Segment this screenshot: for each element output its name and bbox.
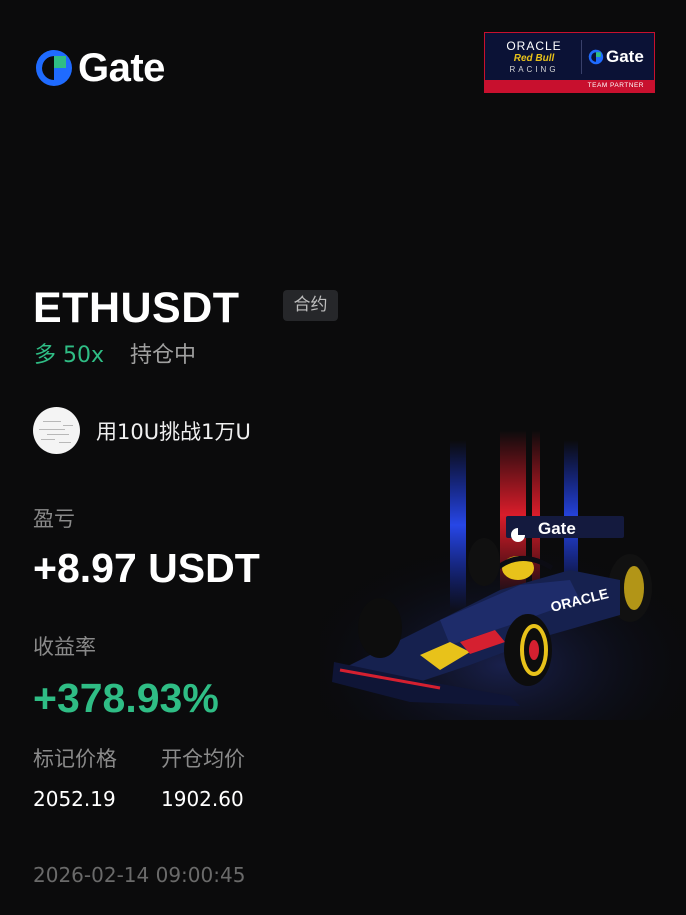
contract-type-badge: 合约 (283, 290, 338, 321)
entry-price-value: 1902.60 (161, 787, 244, 811)
mark-price-value: 2052.19 (33, 787, 116, 811)
oracle-red-bull-racing-logo: ORACLE Red Bull RACING (493, 38, 575, 75)
gate-logo: Gate (34, 48, 165, 88)
team-partner-label: TEAM PARTNER (485, 80, 654, 92)
red-bull-f1-car-image: Gate ORACLE (320, 430, 686, 720)
trading-pair-symbol: ETHUSDT (33, 284, 240, 332)
user-challenge-text: 用10U挑战1万U (96, 420, 251, 444)
light-beam (450, 440, 466, 610)
front-tyre-left (358, 598, 402, 658)
team-partner-badge: ORACLE Red Bull RACING Gate TEAM PARTNER (484, 32, 655, 93)
entry-price-label: 开仓均价 (161, 747, 245, 771)
gate-logo-text: Gate (78, 46, 165, 90)
light-beam (532, 430, 540, 600)
oracle-text: ORACLE (506, 38, 562, 53)
roi-label: 收益率 (33, 635, 96, 659)
partner-gate-logo: Gate (588, 47, 644, 67)
user-avatar (33, 407, 80, 454)
rear-wing-text: Gate (538, 519, 576, 538)
position-direction-leverage: 多 50x (34, 343, 105, 368)
partner-divider (581, 40, 582, 74)
gate-logo-icon (36, 50, 72, 86)
partner-gate-text: Gate (606, 47, 644, 66)
racing-text: RACING (509, 64, 559, 74)
mark-price-label: 标记价格 (33, 747, 117, 771)
redbull-text: Red Bull (513, 52, 555, 64)
roi-value: +378.93% (33, 675, 219, 721)
share-timestamp: 2026-02-14 09:00:45 (33, 863, 246, 887)
pnl-value: +8.97 USDT (33, 545, 260, 591)
position-status: 持仓中 (130, 343, 197, 368)
pnl-label: 盈亏 (33, 507, 75, 531)
gate-small-icon (588, 49, 604, 65)
